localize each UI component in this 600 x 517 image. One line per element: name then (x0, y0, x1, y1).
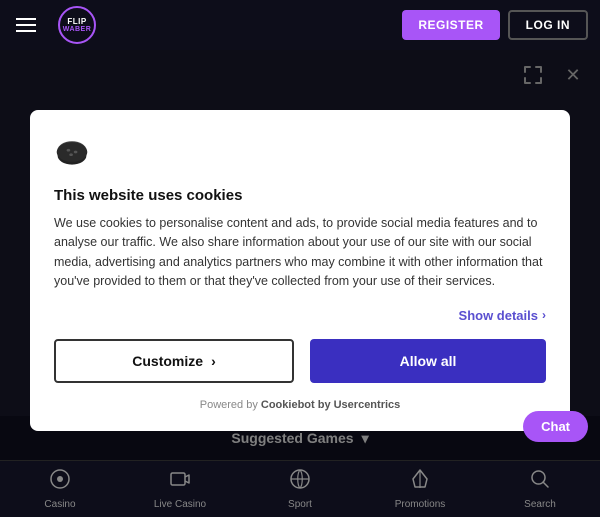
show-details-link[interactable]: Show details › (459, 308, 546, 323)
casino-icon (49, 468, 71, 496)
cookie-actions: Customize › Allow all (54, 339, 546, 383)
chevron-right-icon: › (542, 308, 546, 322)
bottom-nav: Casino Live Casino Sport Promotions (0, 460, 600, 517)
cookie-footer: Powered by Cookiebot by Usercentrics (54, 399, 546, 411)
cookie-body: We use cookies to personalise content an… (54, 214, 546, 292)
live-casino-icon (169, 468, 191, 496)
hamburger-menu[interactable] (12, 14, 40, 36)
search-icon (529, 468, 551, 496)
cookie-dialog: This website uses cookies We use cookies… (30, 110, 570, 431)
customize-button[interactable]: Customize › (54, 339, 294, 383)
header: FLIP WABER REGISTER LOG IN (0, 0, 600, 50)
cookie-icon (54, 134, 546, 175)
logo-waber: WABER (63, 26, 92, 33)
promotions-icon (409, 468, 431, 496)
sport-icon (289, 468, 311, 496)
chevron-right-icon: › (211, 353, 216, 369)
allow-all-button[interactable]: Allow all (310, 339, 546, 383)
show-details-row: Show details › (54, 308, 546, 323)
header-left: FLIP WABER (12, 8, 102, 42)
register-button[interactable]: REGISTER (402, 10, 499, 40)
cookie-overlay: This website uses cookies We use cookies… (0, 50, 600, 460)
cookie-title: This website uses cookies (54, 187, 546, 204)
chat-button[interactable]: Chat (523, 411, 588, 442)
logo: FLIP WABER (52, 8, 102, 42)
header-right: REGISTER LOG IN (402, 10, 588, 40)
main-content: ✕ This website uses cookies We use cooki (0, 50, 600, 460)
login-button[interactable]: LOG IN (508, 10, 588, 40)
logo-flip: FLIP (67, 18, 86, 26)
